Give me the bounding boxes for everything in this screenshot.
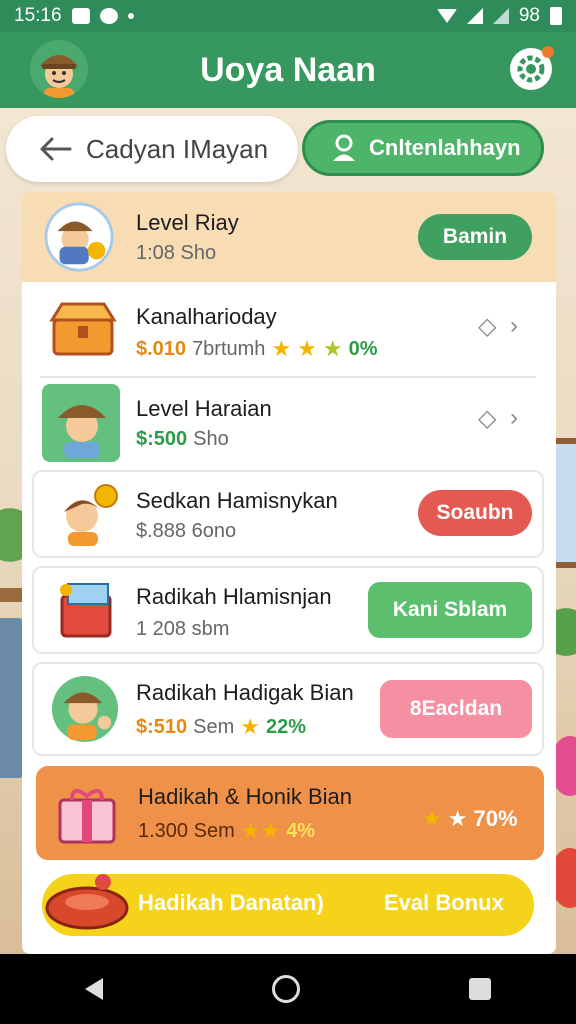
- item-title: Sedkan Hamisnykan: [136, 488, 338, 513]
- bonus-title: Hadikah Danatan): [138, 890, 324, 915]
- list-item[interactable]: Radikah Hlamisnjan 1 208 sbm Kani Sblam: [32, 566, 544, 654]
- notification-dot: [542, 46, 554, 58]
- item-percent: 70%: [473, 806, 518, 831]
- back-label: Cadyan IMayan: [86, 133, 269, 164]
- item-percent: 0%: [348, 337, 378, 360]
- list-item[interactable]: Sedkan Hamisnykan $.888 6ono Soaubn: [32, 470, 544, 558]
- list-item[interactable]: Level Haraian $:500 Sho ◇ ›: [22, 378, 556, 466]
- star-icon: ★: [322, 336, 343, 361]
- system-nav-bar: [0, 954, 576, 1024]
- settings-button[interactable]: [510, 46, 554, 90]
- gallery-icon: [71, 8, 90, 24]
- star-icon: ★: [271, 336, 292, 361]
- list-item[interactable]: Kanalharioday $.010 7brtumh ★ ★ ★ 0% ◇ ›: [22, 284, 556, 376]
- app-notification-icon: [99, 8, 118, 24]
- item-amount: $:500: [136, 428, 188, 450]
- avatar[interactable]: [30, 40, 88, 98]
- item-subtitle: 7brtumh: [192, 337, 266, 360]
- tab-profile[interactable]: Cnltenlahhayn: [302, 120, 544, 176]
- item-percent: 22%: [266, 715, 307, 738]
- item-percent: 4%: [286, 819, 316, 842]
- item-title: Level Haraian: [136, 396, 272, 421]
- avatar: [44, 202, 114, 272]
- diamond-icon: ◇: [478, 313, 497, 340]
- wifi-icon: [436, 9, 457, 23]
- star-icon: ★: [422, 806, 442, 831]
- item-meta: $:500 Sho: [136, 428, 229, 451]
- tab-profile-label: Cnltenlahhayn: [369, 135, 521, 160]
- item-title: Hadikah & Honik Bian: [138, 784, 353, 809]
- list-item[interactable]: Hadikah & Honik Bian 1.300 Sem ★★ 4% ★ ★…: [36, 766, 544, 860]
- diamond-icon: ◇: [478, 405, 497, 432]
- signal-icon: [492, 8, 509, 24]
- nav-recent-apps-icon[interactable]: [469, 978, 492, 1000]
- bonus-button[interactable]: Eval Bonux: [384, 890, 504, 916]
- action-button[interactable]: Kani Sblam: [368, 582, 532, 638]
- status-time: 15:16: [14, 5, 62, 26]
- star-icon: ★: [447, 806, 468, 831]
- star-icon: ★: [240, 714, 261, 739]
- nav-back-icon[interactable]: [84, 978, 103, 1000]
- item-title: Radikah Hlamisnjan: [136, 584, 332, 609]
- gift-bag-icon: [42, 868, 132, 938]
- item-meta: $:510 Sem ★ 22%: [136, 714, 306, 740]
- item-amount: $:510: [136, 715, 188, 738]
- list-item[interactable]: Level Riay 1:08 Sho Bamin: [22, 192, 556, 282]
- star-icon: ★★: [240, 818, 281, 843]
- bonus-banner[interactable]: Hadikah Danatan) Eval Bonux: [42, 874, 534, 936]
- action-button[interactable]: 8Eacldan: [380, 680, 532, 738]
- item-subtitle: 1 208 sbm: [136, 618, 230, 640]
- chevron-right-icon[interactable]: ›: [510, 404, 518, 432]
- claim-button[interactable]: Bamin: [418, 214, 532, 260]
- gear-icon: [517, 55, 545, 83]
- reward-list: Level Riay 1:08 Sho Bamin Kanalharioday …: [22, 192, 556, 954]
- chest-icon: [48, 294, 118, 364]
- item-subtitle: Sho: [193, 428, 229, 450]
- app-title: Uoya Naan: [200, 50, 376, 89]
- status-bar: 15:16 98: [0, 0, 576, 32]
- item-title: Radikah Hadigak Bian: [136, 680, 354, 705]
- reward-percent: ★ ★ 70%: [422, 806, 518, 832]
- item-subtitle: 1.300 Sem: [138, 819, 235, 842]
- list-item[interactable]: Radikah Hadigak Bian $:510 Sem ★ 22% 8Ea…: [32, 662, 544, 756]
- star-icon: ★: [297, 336, 317, 361]
- more-notifications-icon: [127, 13, 134, 19]
- signal-icon: [466, 8, 483, 24]
- arrow-left-icon: [40, 137, 72, 161]
- action-button[interactable]: Soaubn: [418, 490, 532, 536]
- avatar: [50, 674, 120, 744]
- item-meta: $.010 7brtumh ★ ★ ★ 0%: [136, 336, 378, 362]
- item-meta: 1.300 Sem ★★ 4%: [138, 818, 315, 844]
- chevron-right-icon[interactable]: ›: [510, 312, 518, 340]
- avatar: [52, 478, 122, 548]
- battery-level: 98: [518, 5, 540, 26]
- item-subtitle: Sem: [193, 715, 235, 738]
- nav-home-icon[interactable]: [271, 975, 300, 1003]
- user-icon: [333, 134, 355, 161]
- battery-icon: [550, 7, 562, 25]
- gift-box-icon: [52, 574, 122, 644]
- item-subtitle: $.888 6ono: [136, 520, 237, 542]
- gift-box-icon: [52, 778, 122, 848]
- avatar: [42, 384, 120, 462]
- item-subtitle: 1:08 Sho: [136, 242, 217, 264]
- app-bar: Uoya Naan: [0, 32, 576, 108]
- item-amount: $.010: [136, 337, 187, 360]
- item-title: Level Riay: [136, 210, 239, 235]
- back-button[interactable]: Cadyan IMayan: [6, 116, 298, 182]
- item-title: Kanalharioday: [136, 304, 277, 329]
